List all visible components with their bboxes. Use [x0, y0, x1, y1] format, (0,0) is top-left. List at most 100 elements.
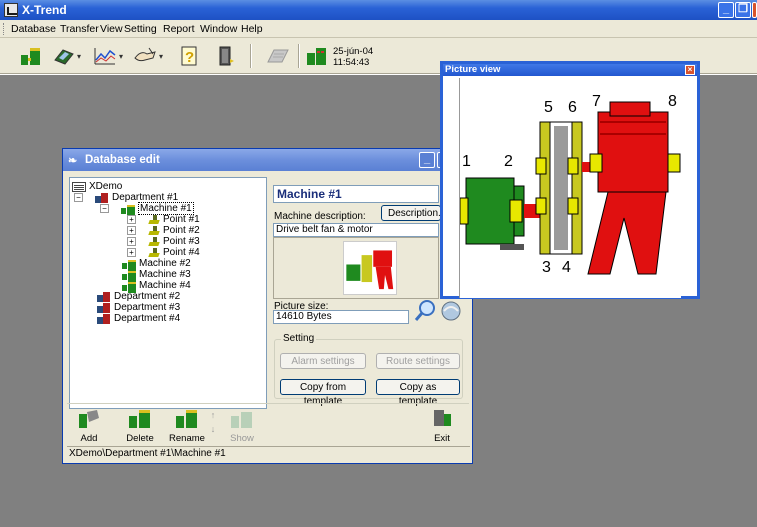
picture-view-window: Picture view × 1 2 3 4 5 6 7 8: [440, 61, 700, 299]
show-button[interactable]: Show: [227, 408, 257, 444]
alarm-settings-button[interactable]: Alarm settings: [280, 353, 366, 369]
description-button[interactable]: Description...: [381, 205, 446, 221]
expand-icon[interactable]: +: [127, 226, 136, 235]
add-label: Add: [80, 433, 98, 444]
tree-node-machine[interactable]: − Machine #1: [100, 202, 194, 216]
database-edit-titlebar[interactable]: ❧ Database edit _ □ ×: [63, 149, 472, 171]
collapse-icon[interactable]: −: [74, 193, 83, 202]
add-button[interactable]: Add: [74, 408, 104, 444]
machine-icon: [122, 270, 136, 282]
exit-button[interactable]: Exit: [427, 408, 457, 444]
picture-thumbnail[interactable]: [343, 241, 397, 295]
tree-node-root[interactable]: XDemo: [72, 181, 122, 192]
machine-description-field[interactable]: Drive belt fan & motor: [273, 223, 439, 237]
tree-node-machine[interactable]: Machine #2: [122, 258, 191, 271]
rename-button[interactable]: Rename: [167, 408, 207, 444]
picture-preview: [273, 237, 439, 299]
move-down-icon[interactable]: ↓: [207, 422, 219, 436]
menu-database[interactable]: Database: [11, 23, 56, 35]
tree-node-label: Department #3: [114, 302, 181, 313]
database-edit-icon[interactable]: [18, 44, 44, 68]
point-label-3: 3: [542, 259, 551, 276]
tree-node-machine[interactable]: Machine #3: [122, 269, 191, 282]
disabled-print-icon[interactable]: [262, 44, 292, 68]
drive-train-picture: 1 2 3 4 5 6 7 8: [459, 93, 681, 276]
delete-label: Delete: [126, 433, 154, 444]
trend-graph-icon[interactable]: ▾: [90, 44, 126, 68]
department-icon: [97, 291, 111, 302]
point-icon: [148, 236, 160, 247]
machine-description-label: Machine description:: [274, 211, 366, 222]
route-settings-button[interactable]: Route settings: [376, 353, 460, 369]
picture-view-title: Picture view: [445, 64, 501, 75]
database-edit-title: Database edit: [85, 154, 160, 166]
svg-text:?: ?: [185, 49, 194, 66]
show-icon: [231, 412, 252, 428]
close-icon[interactable]: ×: [685, 65, 695, 75]
tree-node-label: Machine #3: [139, 269, 191, 280]
menu-transfer[interactable]: Transfer: [60, 23, 99, 35]
point-label-5: 5: [544, 99, 553, 116]
transfer-icon[interactable]: ▾: [50, 44, 84, 68]
tree-node-machine[interactable]: Machine #4: [122, 280, 191, 293]
exit-icon: [434, 410, 451, 426]
expand-icon[interactable]: +: [127, 248, 136, 257]
delete-icon: [129, 410, 150, 428]
setting-label: Setting: [281, 333, 317, 344]
fan-housing: [597, 111, 669, 193]
database-edit-window: ❧ Database edit _ □ × XDemo − Department…: [62, 148, 473, 464]
add-icon: [79, 410, 99, 428]
tree-node-label: Machine #4: [139, 280, 191, 291]
machine-icon: [122, 259, 136, 271]
status-bar: XDemo\Department #1\Machine #1: [67, 446, 470, 461]
tree-node-point[interactable]: + Point #2: [127, 225, 200, 236]
tree-node-department[interactable]: Department #4: [97, 313, 180, 324]
machine-icon: [121, 204, 135, 216]
picture-size-field: 14610 Bytes: [273, 310, 409, 324]
minimize-icon[interactable]: _: [718, 2, 734, 18]
clock-readout: 25-jún-04 11:54:43: [333, 46, 373, 68]
measurement-hand-icon[interactable]: ▾: [130, 44, 166, 68]
zoom-magnifier-icon[interactable]: [413, 299, 437, 323]
database-tree[interactable]: XDemo − Department #1 − Machine #1 + Poi…: [69, 177, 267, 409]
point-label-2: 2: [504, 153, 513, 170]
close-icon[interactable]: [752, 2, 757, 18]
expand-icon[interactable]: +: [127, 237, 136, 246]
copy-from-template-button[interactable]: Copy from template: [280, 379, 366, 407]
exit-label: Exit: [434, 433, 450, 444]
menu-view[interactable]: View: [100, 23, 123, 35]
show-label: Show: [230, 433, 254, 444]
tree-node-label: Point #4: [163, 247, 200, 258]
help-icon[interactable]: ?: [178, 44, 202, 68]
toolbar-separator: [298, 44, 300, 68]
copy-as-template-button[interactable]: Copy as template: [376, 379, 460, 407]
tree-node-label: Machine #2: [139, 258, 191, 269]
minimize-icon[interactable]: _: [419, 152, 435, 168]
point-label-8: 8: [668, 93, 677, 110]
tree-node-department[interactable]: Department #2: [97, 291, 180, 302]
menu-window[interactable]: Window: [200, 23, 237, 35]
department-icon: [95, 192, 109, 203]
database-icon: [72, 181, 86, 192]
collapse-icon[interactable]: −: [100, 204, 109, 213]
tree-node-point[interactable]: + Point #1: [127, 214, 200, 225]
rename-icon: [176, 410, 197, 428]
restore-icon[interactable]: ❐: [735, 2, 751, 18]
move-up-icon[interactable]: ↑: [207, 408, 219, 422]
menu-report[interactable]: Report: [163, 23, 195, 35]
tree-node-point[interactable]: + Point #3: [127, 236, 200, 247]
picture-view-titlebar[interactable]: Picture view ×: [443, 64, 697, 76]
tree-node-label: Point #2: [163, 225, 200, 236]
clock-date: 25-jún-04: [333, 46, 374, 57]
expand-icon[interactable]: +: [127, 215, 136, 224]
move-arrows[interactable]: ↑ ↓: [207, 408, 219, 444]
clock-icon[interactable]: [305, 44, 329, 68]
tree-node-label: Point #3: [163, 236, 200, 247]
tree-node-point[interactable]: + Point #4: [127, 247, 200, 258]
tree-node-department[interactable]: Department #3: [97, 302, 180, 313]
import-picture-icon[interactable]: [439, 299, 463, 323]
menu-setting[interactable]: Setting: [124, 23, 157, 35]
delete-button[interactable]: Delete: [122, 408, 158, 444]
exit-door-icon[interactable]: [214, 44, 238, 68]
menu-help[interactable]: Help: [241, 23, 263, 35]
